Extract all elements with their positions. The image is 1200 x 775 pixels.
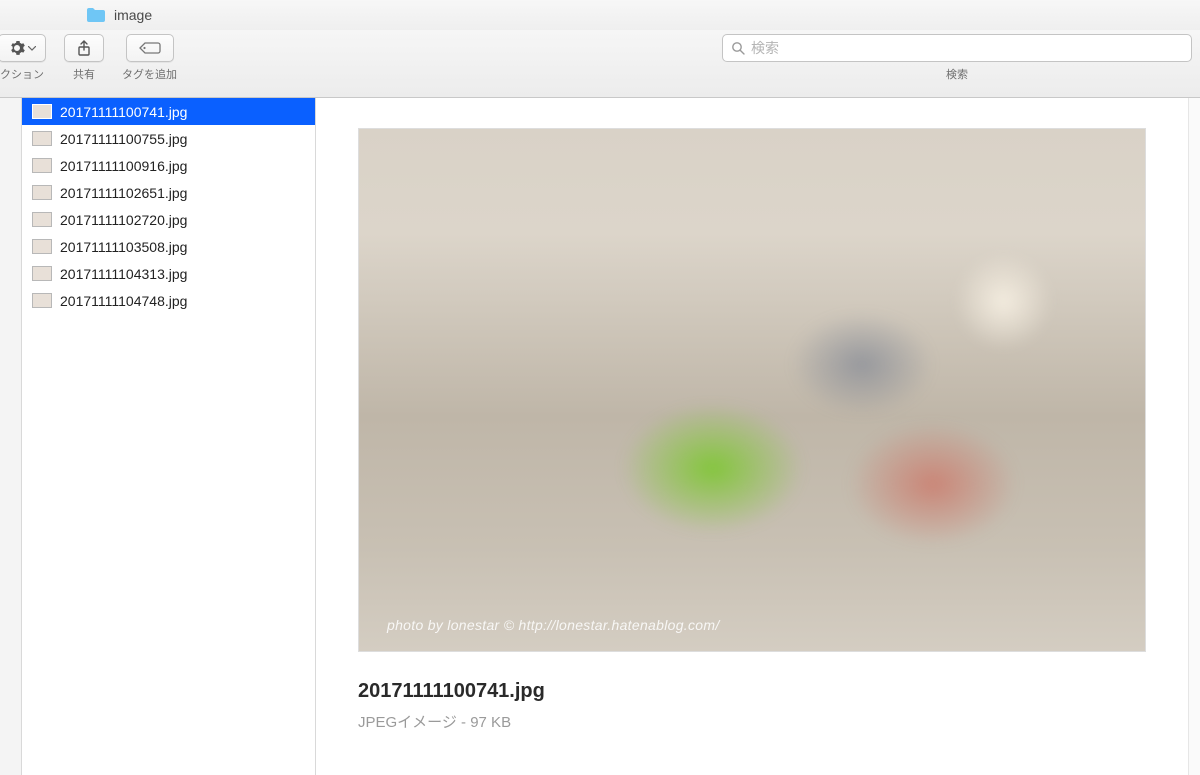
tags-button[interactable] xyxy=(126,34,174,62)
file-item[interactable]: 20171111100916.jpg xyxy=(22,152,315,179)
file-item[interactable]: 20171111102720.jpg xyxy=(22,206,315,233)
toolbar: クション 共有 タグを追加 検索 xyxy=(0,30,1200,98)
preview-watermark: photo by lonestar © http://lonestar.hate… xyxy=(387,617,720,633)
window-title: image xyxy=(114,7,152,23)
tags-label: タグを追加 xyxy=(122,66,177,82)
search-icon xyxy=(731,41,745,55)
file-item[interactable]: 20171111104313.jpg xyxy=(22,260,315,287)
file-item[interactable]: 20171111103508.jpg xyxy=(22,233,315,260)
file-name-label: 20171111100741.jpg xyxy=(60,104,187,120)
file-thumb-icon xyxy=(32,239,52,254)
share-button[interactable] xyxy=(64,34,104,62)
search-label: 検索 xyxy=(946,66,968,82)
action-label: クション xyxy=(0,66,44,82)
file-list[interactable]: 20171111100741.jpg 20171111100755.jpg 2017… xyxy=(22,98,316,775)
share-icon xyxy=(77,40,91,56)
file-thumb-icon xyxy=(32,212,52,227)
file-name-label: 20171111104313.jpg xyxy=(60,266,187,282)
file-name-label: 20171111102720.jpg xyxy=(60,212,187,228)
file-name-label: 20171111104748.jpg xyxy=(60,293,187,309)
file-name-label: 20171111100755.jpg xyxy=(60,131,187,147)
gear-icon xyxy=(9,40,25,56)
file-name-label: 20171111100916.jpg xyxy=(60,158,187,174)
preview-image: photo by lonestar © http://lonestar.hate… xyxy=(358,128,1146,652)
tag-icon xyxy=(139,41,161,55)
file-thumb-icon xyxy=(32,158,52,173)
file-item[interactable]: 20171111104748.jpg xyxy=(22,287,315,314)
action-button[interactable] xyxy=(0,34,46,62)
folder-icon xyxy=(86,7,106,23)
file-thumb-icon xyxy=(32,293,52,308)
sidebar-spacer xyxy=(0,98,22,775)
preview-meta: JPEGイメージ - 97 KB xyxy=(358,711,1146,732)
preview-title: 20171111100741.jpg xyxy=(358,680,1146,703)
file-thumb-icon xyxy=(32,266,52,281)
right-spacer xyxy=(1188,98,1200,775)
preview-pane: photo by lonestar © http://lonestar.hate… xyxy=(316,98,1188,775)
file-item[interactable]: 20171111100755.jpg xyxy=(22,125,315,152)
titlebar: image xyxy=(0,0,1200,30)
file-name-label: 20171111103508.jpg xyxy=(60,239,187,255)
search-field[interactable] xyxy=(722,34,1192,62)
file-thumb-icon xyxy=(32,104,52,119)
content-area: 20171111100741.jpg 20171111100755.jpg 2017… xyxy=(0,98,1200,775)
file-thumb-icon xyxy=(32,131,52,146)
file-item[interactable]: 20171111102651.jpg xyxy=(22,179,315,206)
file-item[interactable]: 20171111100741.jpg xyxy=(22,98,315,125)
file-name-label: 20171111102651.jpg xyxy=(60,185,187,201)
share-label: 共有 xyxy=(73,66,95,82)
chevron-down-icon xyxy=(28,46,36,51)
search-input[interactable] xyxy=(751,40,1183,56)
file-thumb-icon xyxy=(32,185,52,200)
